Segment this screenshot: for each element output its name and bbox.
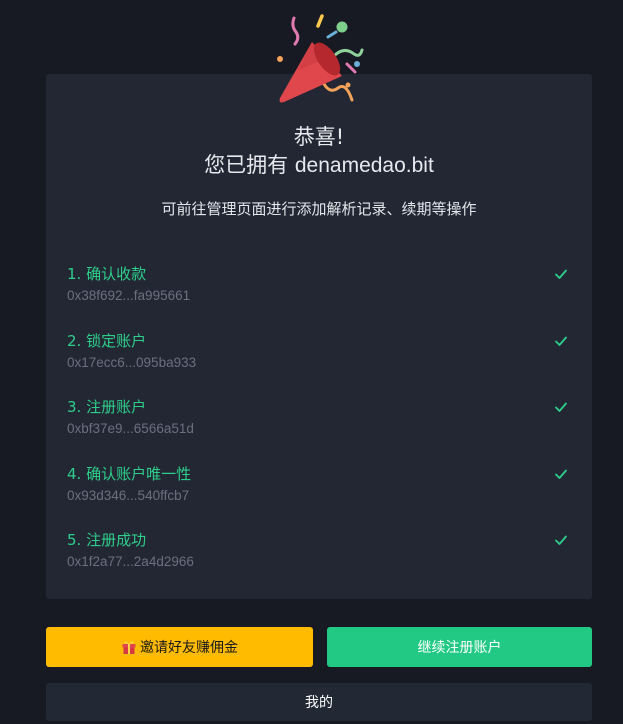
step-item: 2. 锁定账户 0x17ecc6...095ba933 (67, 330, 572, 397)
step-tx-hash[interactable]: 0x17ecc6...095ba933 (67, 354, 572, 372)
step-tx-hash[interactable]: 0x93d346...540ffcb7 (67, 487, 572, 505)
step-title: 3. 注册账户 (67, 398, 147, 417)
step-list: 1. 确认收款 0x38f692...fa995661 2. 锁定账户 0x17… (67, 263, 572, 596)
registration-success-page: 恭喜! 您已拥有 denamedao.bit 可前往管理页面进行添加解析记录、续… (0, 0, 623, 724)
check-icon (555, 469, 567, 479)
step-title: 4. 确认账户唯一性 (67, 464, 192, 483)
invite-friends-button[interactable]: 邀请好友赚佣金 (46, 627, 313, 667)
my-account-button[interactable]: 我的 (46, 683, 592, 721)
check-icon (555, 269, 567, 279)
subtitle-prefix: 您已拥有 (204, 153, 295, 177)
step-item: 5. 注册成功 0x1f2a77...2a4d2966 (67, 529, 572, 596)
party-popper-icon (277, 14, 364, 103)
page-title: 恭喜! (293, 125, 345, 149)
step-tx-hash[interactable]: 0xbf37e9...6566a51d (67, 420, 572, 438)
success-card: 恭喜! 您已拥有 denamedao.bit 可前往管理页面进行添加解析记录、续… (46, 74, 592, 599)
step-item: 4. 确认账户唯一性 0x93d346...540ffcb7 (67, 463, 572, 530)
account-domain: denamedao.bit (294, 154, 434, 177)
owned-account-subtitle: 您已拥有 denamedao.bit (46, 151, 592, 180)
gift-icon (122, 641, 136, 654)
manage-hint: 可前往管理页面进行添加解析记录、续期等操作 (161, 200, 477, 218)
step-tx-hash[interactable]: 0x38f692...fa995661 (67, 287, 572, 305)
check-icon (555, 402, 567, 413)
step-item: 3. 注册账户 0xbf37e9...6566a51d (67, 396, 572, 463)
continue-register-button[interactable]: 继续注册账户 (327, 627, 592, 667)
invite-button-label: 邀请好友赚佣金 (140, 640, 238, 656)
step-title: 1. 确认收款 (67, 265, 147, 283)
check-icon (555, 336, 567, 346)
step-title: 5. 注册成功 (67, 531, 147, 550)
check-icon (555, 535, 567, 546)
continue-button-label: 继续注册账户 (417, 640, 502, 656)
step-title: 2. 锁定账户 (67, 331, 147, 350)
step-tx-hash[interactable]: 0x1f2a77...2a4d2966 (67, 553, 572, 571)
mine-button-label: 我的 (305, 695, 333, 711)
step-item: 1. 确认收款 0x38f692...fa995661 (67, 263, 572, 330)
